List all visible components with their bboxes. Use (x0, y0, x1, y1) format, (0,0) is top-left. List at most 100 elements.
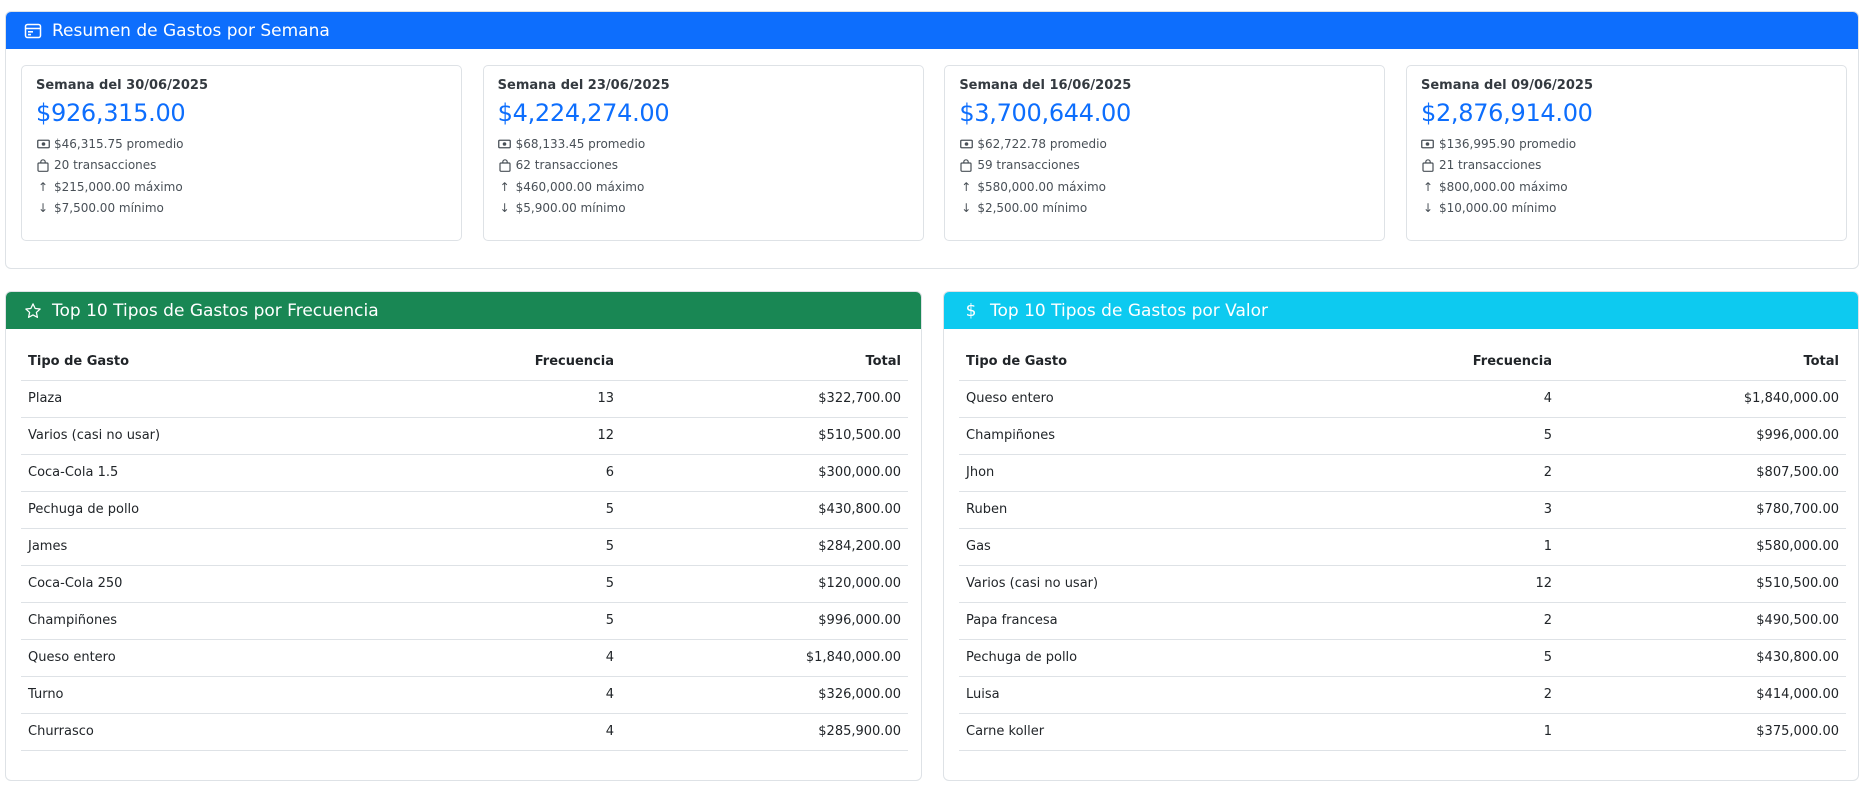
dollar-icon: $ (965, 300, 977, 321)
week-total: $2,876,914.00 (1420, 99, 1593, 127)
cell-frecuencia: 13 (309, 380, 621, 418)
cash-icon (36, 139, 50, 149)
arrow-down-icon: ↓ (499, 201, 510, 216)
star-icon (22, 300, 44, 322)
arrow-down-icon: ↓ (961, 201, 972, 216)
frequency-table: Tipo de Gasto Frecuencia Total Plaza 13 $3… (21, 344, 908, 751)
top-value-card: $ Top 10 Tipos de Gastos por Valor Tipo … (943, 291, 1859, 781)
arrow-up-icon: ↑ (37, 179, 49, 194)
bag-icon (498, 158, 512, 172)
column-header-frecuencia: Frecuencia (309, 344, 621, 381)
weekly-summary-header: Resumen de Gastos por Semana (6, 12, 1858, 49)
cash-icon (959, 139, 973, 149)
week-transactions: 59 transacciones (959, 155, 1370, 177)
cell-frecuencia: 5 (309, 565, 621, 603)
cell-frecuencia: 5 (309, 491, 621, 529)
cell-total: $430,800.00 (621, 491, 908, 529)
cell-total: $284,200.00 (621, 528, 908, 566)
week-max: ↑ $215,000.00 máximo (37, 179, 183, 194)
table-row: Carne koller 1 $375,000.00 (959, 713, 1846, 751)
week-average: $136,995.90 promedio (1421, 133, 1832, 155)
cell-tipo: Coca-Cola 250 (21, 565, 309, 603)
bag-icon (36, 158, 50, 172)
cell-tipo: Coca-Cola 1.5 (21, 454, 309, 492)
week-label: Semana del 09/06/2025 (1420, 78, 1593, 93)
table-row: Papa francesa 2 $490,500.00 (959, 602, 1846, 640)
column-header-tipo: Tipo de Gasto (959, 344, 1247, 381)
cell-total: $322,700.00 (621, 380, 908, 418)
week-label: Semana del 30/06/2025 (36, 78, 209, 93)
cell-tipo: Churrasco (21, 713, 309, 751)
table-row: Varios (casi no usar) 12 $510,500.00 (21, 417, 908, 455)
cell-frecuencia: 2 (1247, 602, 1559, 640)
cell-tipo: Plaza (21, 380, 309, 418)
cell-total: $580,000.00 (1559, 528, 1846, 566)
cell-tipo: Champiñones (959, 417, 1247, 455)
cell-tipo: Pechuga de pollo (959, 639, 1247, 677)
bag-icon (959, 158, 973, 172)
cell-total: $510,500.00 (1559, 565, 1846, 603)
cell-total: $285,900.00 (621, 713, 908, 751)
weekly-summary-title: Resumen de Gastos por Semana (52, 20, 330, 41)
weekly-summary-card: Resumen de Gastos por Semana Semana del … (5, 11, 1859, 269)
cash-icon (498, 139, 512, 149)
week-card: Semana del 16/06/2025 $3,700,644.00 $62,… (944, 65, 1386, 241)
week-label: Semana del 16/06/2025 (959, 78, 1132, 93)
cell-total: $510,500.00 (621, 417, 908, 455)
week-average: $68,133.45 promedio (498, 133, 909, 155)
cell-total: $807,500.00 (1559, 454, 1846, 492)
cell-frecuencia: 4 (309, 713, 621, 751)
cell-frecuencia: 2 (1247, 454, 1559, 492)
table-row: Queso entero 4 $1,840,000.00 (959, 380, 1846, 418)
table-row: Jhon 2 $807,500.00 (959, 454, 1846, 492)
cell-tipo: Gas (959, 528, 1247, 566)
table-row: Gas 1 $580,000.00 (959, 528, 1846, 566)
week-max: ↑ $800,000.00 máximo (1422, 179, 1568, 194)
week-card: Semana del 09/06/2025 $2,876,914.00 $136… (1405, 65, 1847, 241)
cell-frecuencia: 12 (1247, 565, 1559, 603)
table-row: James 5 $284,200.00 (21, 528, 908, 566)
week-average: $46,315.75 promedio (36, 133, 447, 155)
table-row: Queso entero 4 $1,840,000.00 (21, 639, 908, 677)
week-transactions: 20 transacciones (36, 155, 447, 177)
table-row: Turno 4 $326,000.00 (21, 676, 908, 714)
top-value-title: Top 10 Tipos de Gastos por Valor (990, 300, 1269, 321)
arrow-down-icon: ↓ (37, 201, 49, 216)
week-total: $4,224,274.00 (497, 99, 670, 127)
week-average: $62,722.78 promedio (959, 133, 1370, 155)
table-row: Pechuga de pollo 5 $430,800.00 (959, 639, 1846, 677)
cell-tipo: Pechuga de pollo (21, 491, 309, 529)
week-min: ↓ $7,500.00 mínimo (37, 201, 164, 216)
cell-tipo: Carne koller (959, 713, 1247, 751)
column-header-frecuencia: Frecuencia (1247, 344, 1559, 381)
cell-total: $996,000.00 (1559, 417, 1846, 455)
value-table: Tipo de Gasto Frecuencia Total Queso ent… (959, 344, 1846, 751)
week-label: Semana del 23/06/2025 (497, 78, 670, 93)
calendar-icon (22, 20, 44, 42)
top-frequency-title: Top 10 Tipos de Gastos por Frecuencia (52, 300, 379, 321)
column-header-tipo: Tipo de Gasto (21, 344, 309, 381)
table-header-row: Tipo de Gasto Frecuencia Total (21, 344, 908, 381)
cell-tipo: Varios (casi no usar) (21, 417, 309, 455)
table-row: Varios (casi no usar) 12 $510,500.00 (959, 565, 1846, 603)
cell-frecuencia: 5 (1247, 417, 1559, 455)
cell-total: $375,000.00 (1559, 713, 1846, 751)
cell-total: $414,000.00 (1559, 676, 1846, 714)
week-transactions: 21 transacciones (1421, 155, 1832, 177)
cell-total: $430,800.00 (1559, 639, 1846, 677)
cell-frecuencia: 1 (1247, 713, 1559, 751)
cell-total: $780,700.00 (1559, 491, 1846, 529)
cell-tipo: Ruben (959, 491, 1247, 529)
cell-frecuencia: 12 (309, 417, 621, 455)
cell-frecuencia: 6 (309, 454, 621, 492)
arrow-down-icon: ↓ (1422, 201, 1433, 216)
cell-tipo: Jhon (959, 454, 1247, 492)
cell-total: $1,840,000.00 (1559, 380, 1846, 418)
cell-tipo: Luisa (959, 676, 1247, 714)
week-min: ↓ $2,500.00 mínimo (961, 201, 1088, 216)
arrow-up-icon: ↑ (961, 179, 972, 194)
top-frequency-card: Top 10 Tipos de Gastos por Frecuencia Ti… (5, 291, 922, 781)
cell-frecuencia: 4 (309, 676, 621, 714)
cell-tipo: Papa francesa (959, 602, 1247, 640)
week-transactions: 62 transacciones (498, 155, 909, 177)
